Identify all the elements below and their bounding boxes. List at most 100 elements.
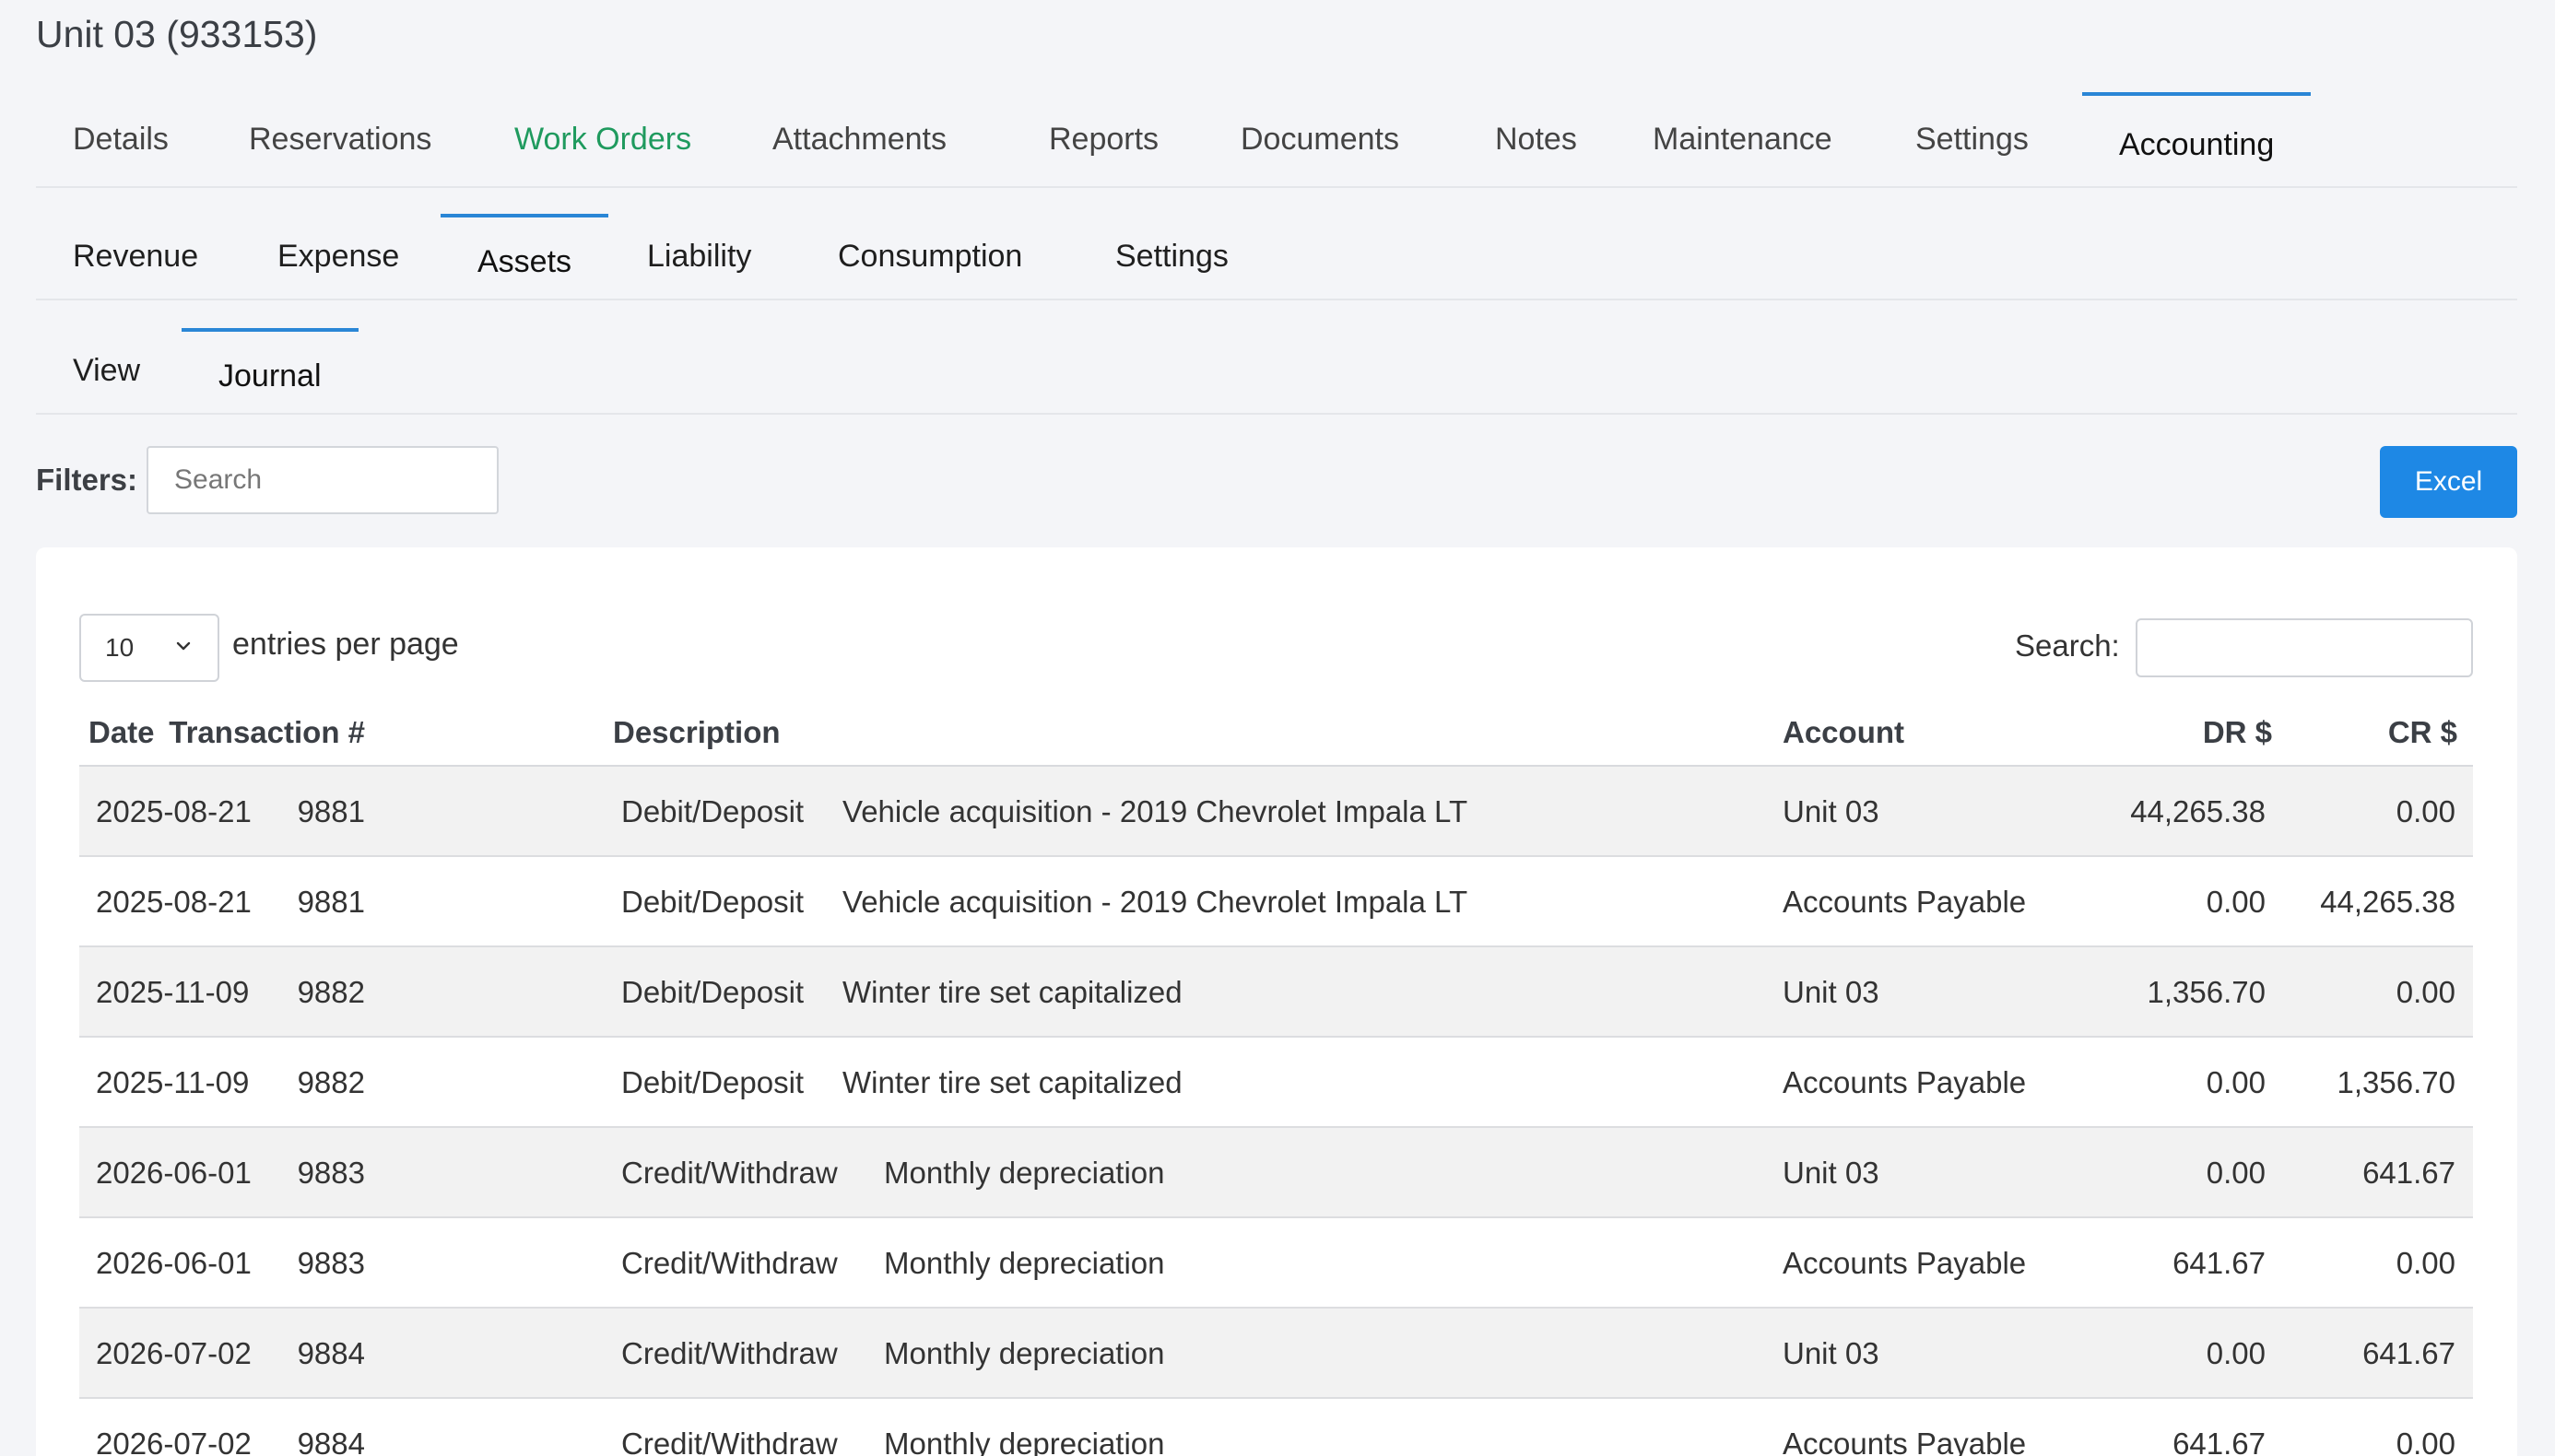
cell-type: Credit/Withdraw <box>621 1156 838 1190</box>
table-row: 2026-07-02 9884 Credit/Withdraw Monthly … <box>79 1399 2473 1456</box>
cell-transaction: 9884 <box>297 1336 365 1370</box>
tab-work-orders[interactable]: Work Orders <box>477 92 728 186</box>
page-length-label: entries per page <box>232 627 459 662</box>
tab-maintenance[interactable]: Maintenance <box>1616 92 1869 186</box>
filters-label: Filters: <box>36 463 138 497</box>
cell-type: Credit/Withdraw <box>621 1427 838 1456</box>
header-cr[interactable]: CR $ <box>2388 715 2457 750</box>
cell-cr: 641.67 <box>2362 1336 2455 1370</box>
cell-transaction: 9884 <box>297 1427 365 1456</box>
cell-dr: 0.00 <box>2206 1065 2266 1099</box>
tab-documents[interactable]: Documents <box>1204 92 1436 186</box>
cell-description: Vehicle acquisition - 2019 Chevrolet Imp… <box>842 794 1468 828</box>
cell-description: Monthly depreciation <box>884 1336 1165 1370</box>
table-row: 2026-06-01 9883 Credit/Withdraw Monthly … <box>79 1218 2473 1309</box>
cell-type: Debit/Deposit <box>621 975 805 1009</box>
header-dr[interactable]: DR $ <box>2203 715 2272 750</box>
cell-description: Monthly depreciation <box>884 1246 1165 1280</box>
cell-dr: 44,265.38 <box>2130 794 2266 828</box>
table-search-input[interactable] <box>2136 618 2473 677</box>
table-search-label: Search: <box>2015 628 2120 663</box>
cell-description: Monthly depreciation <box>884 1427 1165 1456</box>
tab-revenue[interactable]: Revenue <box>36 214 235 299</box>
cell-dr: 641.67 <box>2172 1246 2266 1280</box>
journal-card: 10 entries per page Search: Date Transac… <box>36 547 2517 1456</box>
chevron-down-icon <box>176 641 191 651</box>
cell-date: 2025-08-21 <box>96 794 252 828</box>
tab-attachments[interactable]: Attachments <box>736 92 983 186</box>
cell-cr: 0.00 <box>2396 975 2455 1009</box>
cell-account: Accounts Payable <box>1783 885 2027 919</box>
cell-type: Debit/Deposit <box>621 1065 805 1099</box>
tab-settings[interactable]: Settings <box>1878 92 2066 186</box>
cell-cr: 641.67 <box>2362 1156 2455 1190</box>
table-header: Date Transaction # Description Account D… <box>79 695 2473 767</box>
cell-type: Credit/Withdraw <box>621 1336 838 1370</box>
cell-date: 2026-06-01 <box>96 1156 252 1190</box>
tab-reservations[interactable]: Reservations <box>212 92 468 186</box>
cell-account: Unit 03 <box>1783 1156 1879 1190</box>
tab-accounting-settings[interactable]: Settings <box>1078 214 1266 299</box>
excel-export-button[interactable]: Excel <box>2380 446 2517 518</box>
table-row: 2025-08-21 9881 Debit/Deposit Vehicle ac… <box>79 857 2473 947</box>
filter-search-input[interactable] <box>147 446 500 514</box>
cell-cr: 0.00 <box>2396 794 2455 828</box>
cell-transaction: 9882 <box>297 1065 365 1099</box>
cell-transaction: 9881 <box>297 794 365 828</box>
cell-account: Accounts Payable <box>1783 1065 2027 1099</box>
tab-liability[interactable]: Liability <box>610 214 788 299</box>
tab-view[interactable]: View <box>36 328 177 413</box>
cell-description: Winter tire set capitalized <box>842 1065 1183 1099</box>
cell-date: 2025-11-09 <box>96 1065 250 1099</box>
cell-transaction: 9883 <box>297 1246 365 1280</box>
cell-type: Credit/Withdraw <box>621 1246 838 1280</box>
cell-date: 2026-06-01 <box>96 1246 252 1280</box>
cell-type: Debit/Deposit <box>621 794 805 828</box>
tab-assets[interactable]: Assets <box>441 214 609 299</box>
cell-cr: 0.00 <box>2396 1427 2455 1456</box>
cell-dr: 0.00 <box>2206 885 2266 919</box>
cell-date: 2026-07-02 <box>96 1427 252 1456</box>
cell-account: Accounts Payable <box>1783 1246 2027 1280</box>
cell-cr: 0.00 <box>2396 1246 2455 1280</box>
header-transaction[interactable]: Transaction # <box>169 715 365 750</box>
tab-notes[interactable]: Notes <box>1458 92 1614 186</box>
cell-dr: 1,356.70 <box>2147 975 2266 1009</box>
cell-transaction: 9883 <box>297 1156 365 1190</box>
header-date[interactable]: Date <box>88 715 155 750</box>
tab-accounting[interactable]: Accounting <box>2082 92 2312 186</box>
table-row: 2025-11-09 9882 Debit/Deposit Winter tir… <box>79 1038 2473 1128</box>
cell-dr: 0.00 <box>2206 1156 2266 1190</box>
cell-description: Winter tire set capitalized <box>842 975 1183 1009</box>
cell-description: Monthly depreciation <box>884 1156 1165 1190</box>
tab-journal[interactable]: Journal <box>182 328 359 413</box>
tab-details[interactable]: Details <box>36 92 206 186</box>
cell-cr: 44,265.38 <box>2320 885 2455 919</box>
cell-dr: 0.00 <box>2206 1336 2266 1370</box>
tab-consumption[interactable]: Consumption <box>801 214 1059 299</box>
cell-transaction: 9881 <box>297 885 365 919</box>
cell-transaction: 9882 <box>297 975 365 1009</box>
accounting-tab-bar: Revenue Expense Assets Liability Consump… <box>36 214 2517 300</box>
cell-cr: 1,356.70 <box>2337 1065 2455 1099</box>
tab-reports[interactable]: Reports <box>1012 92 1195 186</box>
table-row: 2025-08-21 9881 Debit/Deposit Vehicle ac… <box>79 767 2473 857</box>
header-account[interactable]: Account <box>1783 715 1904 750</box>
cell-account: Unit 03 <box>1783 794 1879 828</box>
table-row: 2026-07-02 9884 Credit/Withdraw Monthly … <box>79 1309 2473 1399</box>
cell-account: Unit 03 <box>1783 1336 1879 1370</box>
cell-account: Unit 03 <box>1783 975 1879 1009</box>
tab-expense[interactable]: Expense <box>241 214 436 299</box>
main-tab-bar: Details Reservations Work Orders Attachm… <box>36 92 2517 188</box>
journal-table: Date Transaction # Description Account D… <box>79 695 2473 1456</box>
page-length-select[interactable]: 10 <box>79 614 219 682</box>
header-description[interactable]: Description <box>613 715 781 750</box>
cell-date: 2025-08-21 <box>96 885 252 919</box>
asset-tab-bar: View Journal <box>36 328 2517 415</box>
cell-dr: 641.67 <box>2172 1427 2266 1456</box>
page-length-value: 10 <box>105 633 135 662</box>
table-row: 2025-11-09 9882 Debit/Deposit Winter tir… <box>79 947 2473 1038</box>
cell-type: Debit/Deposit <box>621 885 805 919</box>
cell-description: Vehicle acquisition - 2019 Chevrolet Imp… <box>842 885 1468 919</box>
cell-date: 2025-11-09 <box>96 975 250 1009</box>
